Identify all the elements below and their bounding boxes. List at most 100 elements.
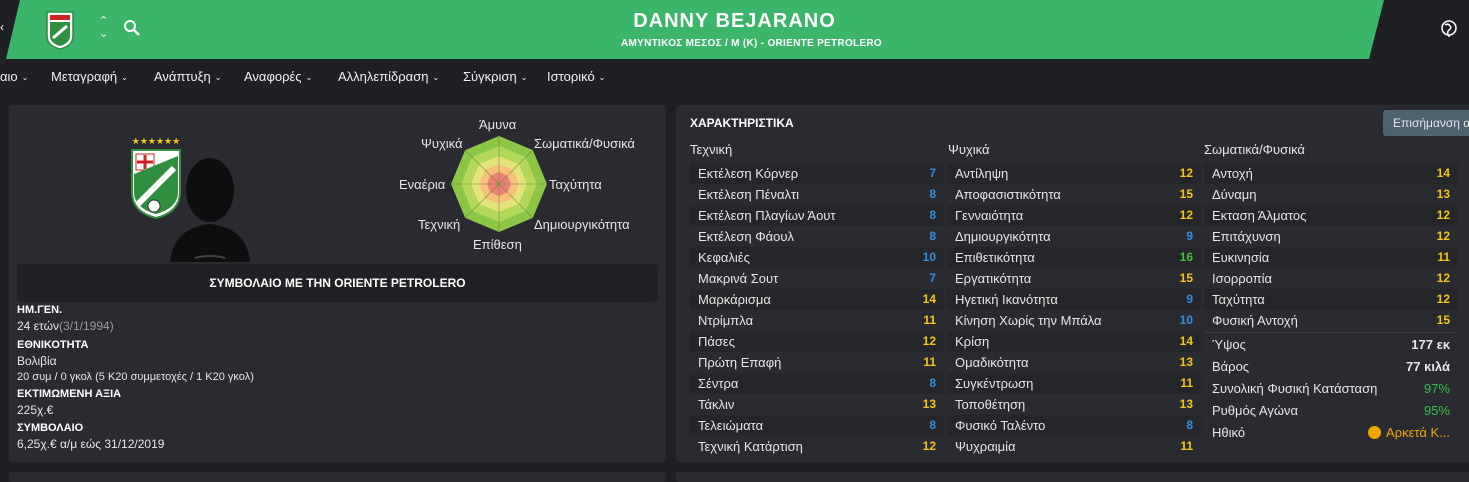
attribute-row[interactable]: Μακρινά Σουτ 7: [690, 268, 944, 289]
physical-detail-value: 77 κιλά: [1406, 359, 1450, 374]
attribute-row[interactable]: Αποφασιστικότητα 15: [947, 184, 1201, 205]
svg-text:★★★★★★: ★★★★★★: [132, 137, 180, 147]
attribute-name: Τεχνική Κατάρτιση: [698, 439, 803, 454]
chevron-down-icon: ⌄: [432, 73, 440, 82]
attribute-value: 14: [922, 292, 936, 306]
attribute-name: Ομαδικότητα: [955, 355, 1029, 370]
attribute-row[interactable]: Ευκινησία 11: [1204, 247, 1458, 268]
attribute-value: 8: [929, 229, 936, 243]
attribute-value: 11: [1180, 376, 1193, 390]
attribute-row[interactable]: Σέντρα 8: [690, 373, 944, 394]
attribute-row[interactable]: Πάσες 12: [690, 331, 944, 352]
attributes-title: ΧΑΡΑΚΤΗΡΙΣΤΙΚΑ: [690, 116, 794, 130]
attribute-value: 10: [922, 250, 936, 264]
attribute-value: 11: [923, 355, 936, 369]
attribute-row[interactable]: Εκτέλεση Φάουλ 8: [690, 226, 944, 247]
attribute-name: Αντίληψη: [955, 166, 1009, 181]
attribute-value: 8: [929, 418, 936, 432]
attribute-value: 12: [1179, 208, 1193, 222]
radar-label-mental: Ψυχικά: [421, 136, 463, 151]
attribute-name: Δύναμη: [1212, 187, 1257, 202]
attribute-row[interactable]: Επιτάχυνση 12: [1204, 226, 1458, 247]
attribute-row[interactable]: Ισορροπία 12: [1204, 268, 1458, 289]
attribute-value: 15: [1436, 313, 1450, 327]
highlight-attributes-button[interactable]: Επισήμανση α: [1383, 110, 1469, 136]
physical-detail-value: 177 εκ: [1411, 337, 1450, 352]
attribute-name: Ντρίμπλα: [698, 313, 754, 328]
attribute-name: Μακρινά Σουτ: [698, 271, 779, 286]
attribute-value: 12: [1436, 292, 1450, 306]
dob-value: 24 ετών(3/1/1994): [17, 319, 114, 333]
player-header: ‹ ⌃ ⌄ DANNY BEJARANO ΑΜΥΝΤΙΚΟΣ ΜΕΣΟΣ / Μ …: [0, 0, 1469, 59]
attribute-row[interactable]: Εκτέλεση Πλαγίων Άουτ 8: [690, 205, 944, 226]
attribute-value: 13: [1179, 355, 1193, 369]
menu-development[interactable]: Ανάπτυξη ⌄: [154, 69, 221, 84]
menu-reports[interactable]: Αναφορές ⌄: [244, 69, 312, 84]
attribute-name: Ψυχραιμία: [955, 439, 1016, 454]
contract-header: ΣΥΜΒΟΛΑΙΟ ΜΕ ΤΗΝ ORIENTE PETROLERO: [17, 264, 658, 302]
attribute-name: Εκτέλεση Πλαγίων Άουτ: [698, 208, 836, 223]
attribute-row[interactable]: Κεφαλιές 10: [690, 247, 944, 268]
attribute-row[interactable]: Αντίληψη 12: [947, 163, 1201, 184]
attribute-name: Πάσες: [698, 334, 735, 349]
age-value: 24 ετών: [17, 319, 59, 333]
attribute-name: Κρίση: [955, 334, 990, 349]
nationality-label: ΕΘΝΙΚΟΤΗΤΑ: [17, 339, 89, 351]
attribute-row[interactable]: Δύναμη 13: [1204, 184, 1458, 205]
attribute-value: 11: [923, 313, 936, 327]
attribute-name: Πρώτη Επαφή: [698, 355, 782, 370]
attribute-row[interactable]: Ηγετική Ικανότητα 9: [947, 289, 1201, 310]
attribute-row[interactable]: Εκταση Άλματος 12: [1204, 205, 1458, 226]
attribute-value: 9: [1186, 229, 1193, 243]
attribute-row[interactable]: Φυσική Αντοχή 15: [1204, 310, 1458, 331]
attribute-value: 15: [1179, 271, 1193, 285]
nationality-value[interactable]: Βολιβία: [17, 354, 57, 368]
attribute-value: 8: [929, 376, 936, 390]
attribute-row[interactable]: Αντοχή 14: [1204, 163, 1458, 184]
attribute-row[interactable]: Ταχύτητα 12: [1204, 289, 1458, 310]
radar-label-technique: Τεχνική: [418, 217, 461, 232]
attribute-row[interactable]: Κίνηση Χωρίς την Μπάλα 10: [947, 310, 1201, 331]
attribute-row[interactable]: Τεχνική Κατάρτιση 12: [690, 436, 944, 457]
attribute-value: 12: [1436, 229, 1450, 243]
attribute-row[interactable]: Πρώτη Επαφή 11: [690, 352, 944, 373]
attribute-row[interactable]: Εκτέλεση Κόρνερ 7: [690, 163, 944, 184]
attribute-name: Κεφαλιές: [698, 250, 750, 265]
attribute-value: 12: [1179, 166, 1193, 180]
physical-detail-name: Ύψος: [1212, 337, 1246, 352]
menu-history[interactable]: Ιστορικό ⌄: [547, 69, 605, 84]
attribute-row[interactable]: Φυσικό Ταλέντο 8: [947, 415, 1201, 436]
attribute-row[interactable]: Συγκέντρωση 11: [947, 373, 1201, 394]
attribute-name: Συγκέντρωση: [955, 376, 1034, 391]
attribute-row[interactable]: Ντρίμπλα 11: [690, 310, 944, 331]
menu-contract[interactable]: αιο ⌄: [0, 69, 28, 84]
attribute-value: 10: [1179, 313, 1193, 327]
attribute-name: Σέντρα: [698, 376, 739, 391]
attribute-row[interactable]: Εργατικότητα 15: [947, 268, 1201, 289]
attribute-row[interactable]: Ομαδικότητα 13: [947, 352, 1201, 373]
attribute-row[interactable]: Τελειώματα 8: [690, 415, 944, 436]
physical-detail-name: Ηθικό: [1212, 425, 1246, 440]
physical-detail-row: Ρυθμός Αγώνα 95%: [1204, 400, 1458, 422]
attribute-row[interactable]: Εκτέλεση Πέναλτι 8: [690, 184, 944, 205]
attribute-row[interactable]: Ψυχραιμία 11: [947, 436, 1201, 457]
attribute-row[interactable]: Επιθετικότητα 16: [947, 247, 1201, 268]
menu-interaction[interactable]: Αλληλεπίδραση ⌄: [338, 69, 439, 84]
radar-label-aerial: Εναέρια: [399, 177, 446, 192]
attribute-row[interactable]: Τάκλιν 13: [690, 394, 944, 415]
international-caps: 20 συμ / 0 γκολ (5 Κ20 συμμετοχές / 1 Κ2…: [17, 371, 254, 383]
attribute-row[interactable]: Μαρκάρισμα 14: [690, 289, 944, 310]
radar-label-defence: Άμυνα: [479, 117, 517, 132]
menu-compare[interactable]: Σύγκριση ⌄: [463, 69, 527, 84]
attribute-row[interactable]: Γενναιότητα 12: [947, 205, 1201, 226]
attribute-row[interactable]: Τοποθέτηση 13: [947, 394, 1201, 415]
menu-transfer[interactable]: Μεταγραφή ⌄: [51, 69, 128, 84]
attribute-row[interactable]: Κρίση 14: [947, 331, 1201, 352]
attribute-name: Εκτέλεση Πέναλτι: [698, 187, 799, 202]
globe-icon[interactable]: [1439, 18, 1459, 38]
physical-detail-value: 97%: [1423, 381, 1450, 396]
attribute-value: 14: [1179, 334, 1193, 348]
attribute-value: 16: [1179, 250, 1193, 264]
chevron-down-icon: ⌄: [21, 73, 29, 82]
attribute-row[interactable]: Δημιουργικότητα 9: [947, 226, 1201, 247]
